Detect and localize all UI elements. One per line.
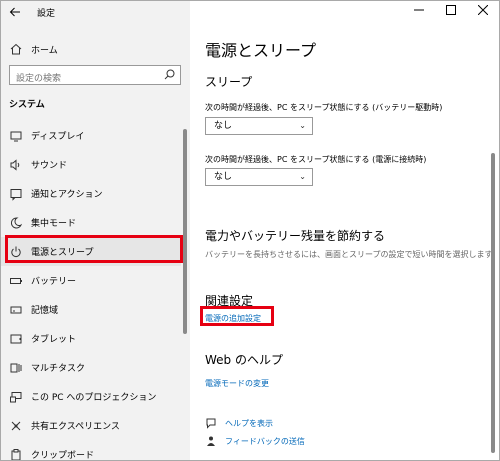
page-title: 電源とスリープ [205,41,317,60]
sidebar-item-sound[interactable]: サウンド [1,150,181,179]
sidebar-item-label: この PC へのプロジェクション [31,393,157,403]
save-power-heading: 電力やバッテリー残量を節約する [205,229,386,243]
help-chat-icon [205,417,217,429]
maximize-icon [446,5,456,15]
home-link[interactable]: ホーム [9,41,58,57]
battery-sleep-select[interactable]: なし ⌄ [205,117,313,135]
get-help-label: ヘルプを表示 [225,418,273,428]
sidebar-item-label: 通知とアクション [31,190,103,200]
multitask-icon [9,361,23,375]
search-box[interactable] [9,65,181,88]
chevron-down-icon: ⌄ [299,121,306,130]
sidebar-item-label: サウンド [31,161,68,171]
clipboard-icon [9,448,23,460]
sidebar-item-label: 集中モード [31,219,77,229]
projection-icon [9,390,23,404]
home-label: ホーム [31,45,58,56]
back-button[interactable] [5,3,25,21]
sidebar-item-clipboard[interactable]: クリップボード [1,440,181,461]
sidebar-item-tablet[interactable]: タブレット [1,324,181,353]
battery-icon [9,274,23,288]
shared-experience-icon [9,419,23,433]
save-power-description: バッテリーを長持ちさせるには、画面とスリープの設定で短い時間を選択します。 [205,250,500,259]
sidebar-item-focus[interactable]: 集中モード [1,208,181,237]
sidebar-item-notifications[interactable]: 通知とアクション [1,179,181,208]
change-power-mode-link[interactable]: 電源モードの変更 [205,378,269,389]
sleep-heading: スリープ [205,75,253,89]
back-arrow-icon [9,7,20,17]
sidebar-item-multitask[interactable]: マルチタスク [1,353,181,382]
plugged-sleep-value: なし [214,172,233,182]
sidebar-item-label: 共有エクスペリエンス [31,422,120,432]
selected-item-highlight [5,235,183,263]
link-highlight [200,306,274,326]
chevron-down-icon: ⌄ [299,172,306,181]
sidebar-nav: ディスプレイ サウンド 通知とアクション 集中モード 電源とスリープ バッテリー [1,121,181,461]
battery-sleep-label: 次の時間が経過後、PC をスリープ状態にする (バッテリー駆動時) [205,103,443,112]
sidebar-item-storage[interactable]: 記憶域 [1,295,181,324]
plugged-sleep-label: 次の時間が経過後、PC をスリープ状態にする (電源に接続時) [205,155,427,164]
sidebar-item-battery[interactable]: バッテリー [1,266,181,295]
app-title: 設定 [37,9,56,19]
tablet-icon [9,332,23,346]
web-help-heading: Web のヘルプ [205,353,283,367]
notification-icon [9,187,23,201]
sidebar-item-display[interactable]: ディスプレイ [1,121,181,150]
maximize-button[interactable] [435,1,467,23]
feedback-icon [205,435,217,447]
speaker-icon [9,158,23,172]
moon-icon [9,216,23,230]
sidebar-item-shared-experiences[interactable]: 共有エクスペリエンス [1,411,181,440]
sidebar-item-label: タブレット [31,335,77,345]
feedback-label: フィードバックの送信 [225,436,305,446]
close-icon [477,4,489,16]
battery-sleep-value: なし [214,121,233,131]
window-controls [403,1,499,23]
home-icon [9,42,23,56]
get-help-link[interactable]: ヘルプを表示 [205,417,273,429]
sidebar-item-projection[interactable]: この PC へのプロジェクション [1,382,181,411]
search-input[interactable] [10,70,162,88]
section-title: システム [9,100,45,110]
sidebar-scrollbar[interactable] [183,129,187,334]
plugged-sleep-select[interactable]: なし ⌄ [205,168,313,186]
content-scrollbar[interactable] [491,153,495,453]
monitor-icon [9,129,23,143]
sidebar-item-label: 記憶域 [31,306,59,316]
minimize-button[interactable] [403,1,435,23]
close-button[interactable] [467,1,499,23]
storage-icon [9,303,23,317]
sidebar-item-label: クリップボード [31,451,95,461]
search-icon [164,69,175,80]
sidebar-item-label: ディスプレイ [31,132,85,142]
sidebar-item-label: マルチタスク [31,364,86,374]
settings-window: 設定 ホーム システム ディスプレイ サウンド [0,0,500,461]
minimize-icon [414,9,424,11]
sidebar-item-label: バッテリー [31,277,77,287]
feedback-link[interactable]: フィードバックの送信 [205,435,305,447]
sidebar: 設定 ホーム システム ディスプレイ サウンド [1,1,190,460]
